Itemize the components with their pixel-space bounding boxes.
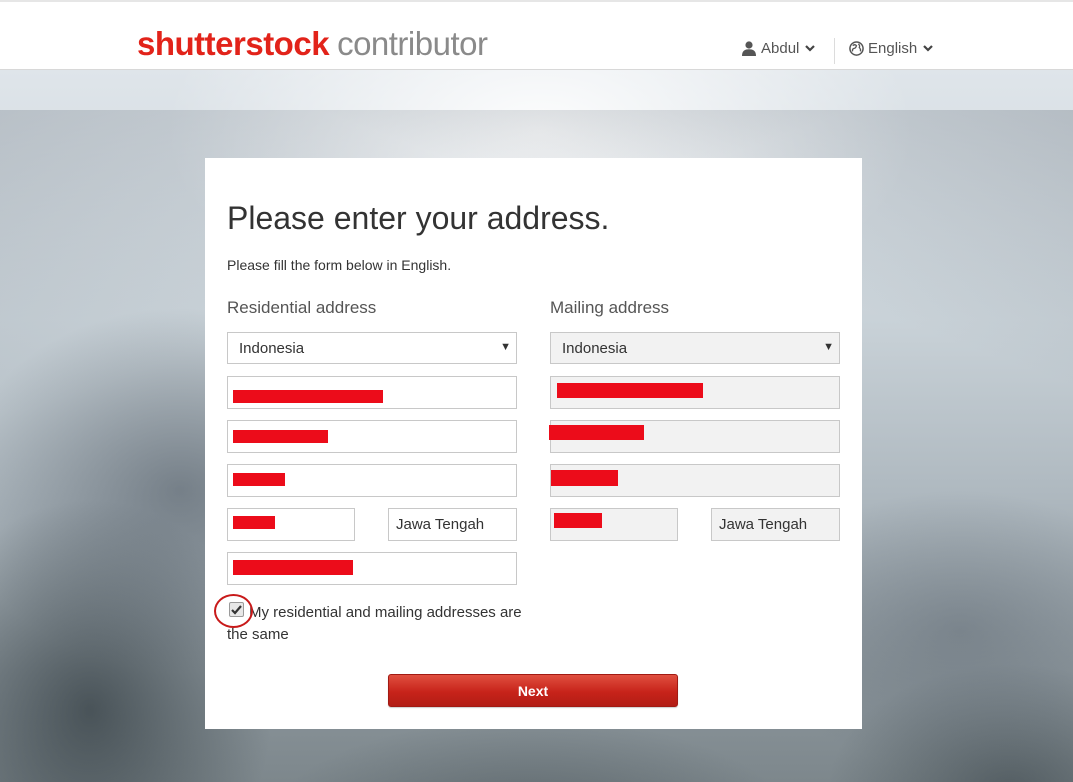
residential-address-heading: Residential address — [227, 298, 377, 317]
redaction-bar — [233, 430, 328, 443]
mailing-state-value: Jawa Tengah — [719, 516, 808, 533]
residential-state-value: Jawa Tengah — [396, 516, 485, 533]
redaction-bar — [551, 470, 618, 486]
chevron-down-icon — [923, 43, 933, 55]
form-instructions: Please fill the form below in English. — [227, 257, 452, 273]
redaction-bar — [554, 513, 602, 528]
language-menu[interactable]: English — [848, 40, 933, 57]
dropdown-arrow-icon: ▼ — [823, 341, 834, 353]
language-label: English — [868, 40, 918, 57]
same-address-label: My residential and mailing addresses are… — [227, 604, 522, 643]
user-icon — [741, 41, 757, 57]
chevron-down-icon — [805, 43, 816, 55]
mailing-state-input[interactable]: Jawa Tengah — [711, 508, 840, 541]
mailing-address-heading: Mailing address — [550, 298, 670, 317]
menu-divider — [834, 38, 835, 64]
residential-country-select[interactable]: Indonesia ▼ — [227, 332, 517, 364]
residential-country-value: Indonesia — [239, 340, 305, 357]
redaction-bar — [549, 425, 644, 440]
redaction-bar — [233, 516, 275, 529]
redaction-bar — [233, 560, 353, 575]
redaction-bar — [233, 390, 383, 403]
shutterstock-logo-text: shutterstock — [137, 25, 330, 62]
page-title: Please enter your address. — [227, 200, 610, 236]
globe-icon — [848, 41, 864, 57]
contributor-logo-text: contributor — [337, 25, 488, 62]
brand-logo[interactable]: shutterstock contributor — [137, 24, 488, 64]
mailing-country-select[interactable]: Indonesia ▼ — [550, 332, 840, 364]
dropdown-arrow-icon: ▼ — [500, 341, 511, 353]
highlight-circle-annotation — [214, 594, 253, 628]
redaction-bar — [557, 383, 703, 398]
next-button[interactable]: Next — [388, 674, 678, 707]
address-form-card: Please enter your address. Please fill t… — [205, 158, 862, 729]
residential-state-input[interactable]: Jawa Tengah — [388, 508, 517, 541]
top-header: shutterstock contributor Abdul English — [0, 0, 1073, 70]
user-name: Abdul — [761, 40, 800, 57]
mailing-country-value: Indonesia — [562, 340, 628, 357]
redaction-bar — [233, 473, 285, 486]
user-menu[interactable]: Abdul — [741, 40, 816, 57]
